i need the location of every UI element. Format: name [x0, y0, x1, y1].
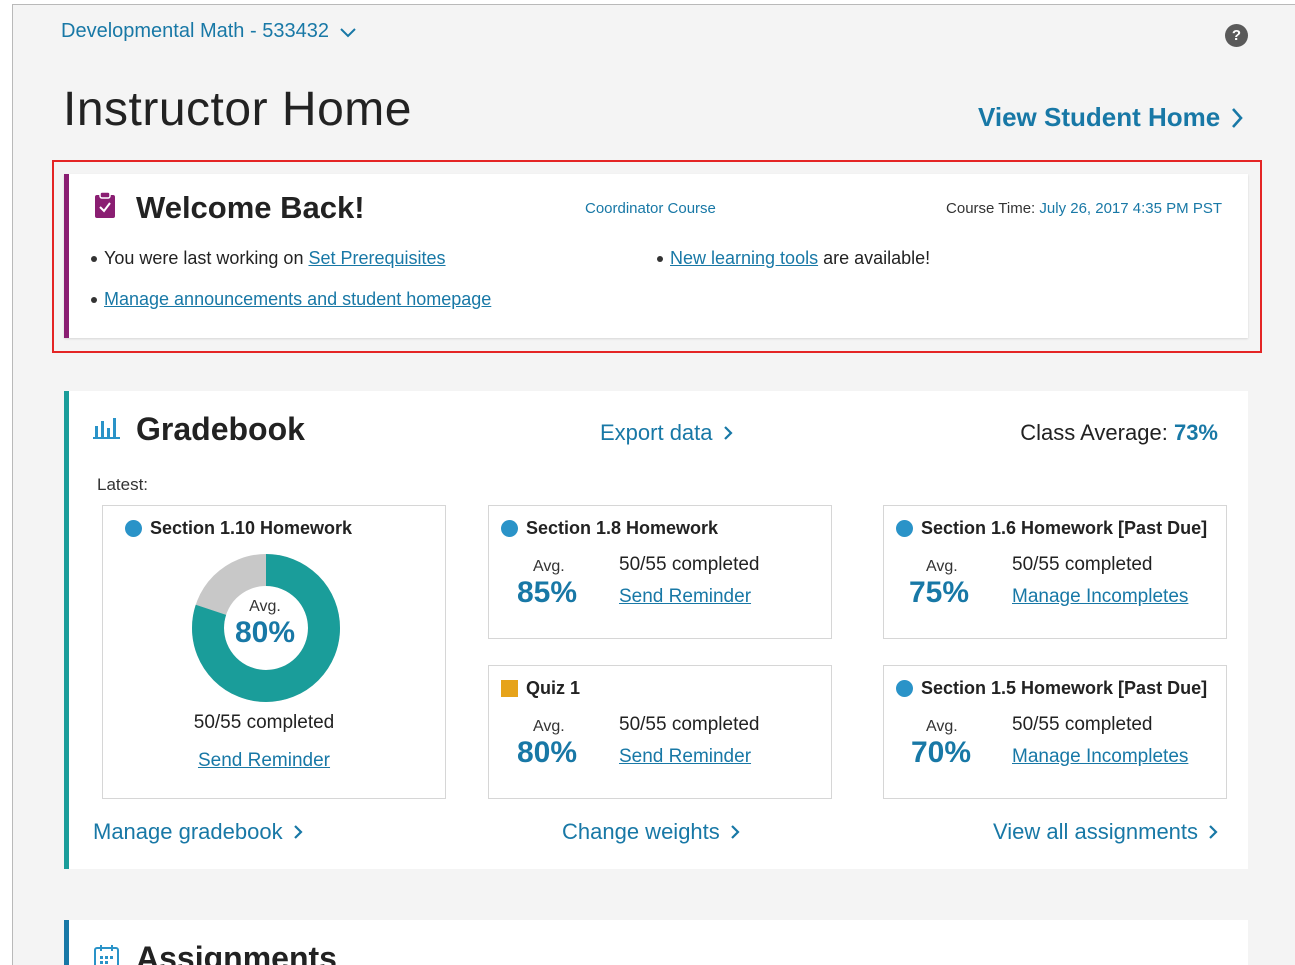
- completed-count: 50/55 completed: [619, 714, 760, 735]
- last-working-text: You were last working on: [104, 248, 304, 268]
- latest-label: Latest:: [97, 475, 149, 494]
- homework-dot-icon: [125, 520, 142, 537]
- help-icon[interactable]: ?: [1225, 24, 1248, 47]
- course-time: Course Time: July 26, 2017 4:35 PM PST: [946, 200, 1222, 217]
- assignments-title: Assignments: [136, 940, 337, 965]
- export-data-link[interactable]: Export data: [600, 420, 733, 446]
- tile-title: Quiz 1: [501, 678, 580, 699]
- tile-title-text: Section 1.8 Homework: [526, 518, 719, 538]
- avg-label: Avg.: [533, 718, 565, 735]
- assignment-tile[interactable]: Section 1.8 Homework Avg. 85% 50/55 comp…: [488, 505, 832, 639]
- welcome-title: Welcome Back!: [136, 190, 365, 225]
- send-reminder-link[interactable]: Send Reminder: [619, 746, 751, 768]
- homework-dot-icon: [896, 520, 913, 537]
- new-learning-tools-link[interactable]: New learning tools: [670, 248, 818, 269]
- avg-label: Avg.: [926, 558, 958, 575]
- homework-dot-icon: [501, 520, 518, 537]
- avg-value: 75%: [909, 576, 970, 609]
- tile-title-text: Section 1.10 Homework: [150, 518, 353, 538]
- course-time-label: Course Time:: [946, 200, 1036, 217]
- view-student-home-link[interactable]: View Student Home: [978, 102, 1244, 133]
- change-weights-label: Change weights: [562, 819, 720, 844]
- manage-incompletes-link[interactable]: Manage Incompletes: [1012, 586, 1188, 608]
- assignment-tile[interactable]: Quiz 1 Avg. 80% 50/55 completed Send Rem…: [488, 665, 832, 799]
- chevron-right-icon: [1209, 825, 1218, 839]
- avg-value: 80%: [517, 736, 578, 769]
- course-selector[interactable]: Developmental Math - 533432: [61, 20, 357, 43]
- tile-title: Section 1.5 Homework [Past Due]: [896, 678, 1207, 699]
- view-all-assignments-link[interactable]: View all assignments: [993, 819, 1218, 845]
- bullet: [91, 255, 97, 262]
- export-data-label: Export data: [600, 420, 713, 445]
- bullet: [657, 255, 663, 262]
- set-prerequisites-link[interactable]: Set Prerequisites: [308, 248, 445, 269]
- avg-label: Avg.: [926, 718, 958, 735]
- view-student-home-label: View Student Home: [978, 102, 1221, 132]
- course-selector-label: Developmental Math - 533432: [61, 20, 329, 42]
- gradebook-title: Gradebook: [136, 411, 305, 447]
- chevron-right-icon: [293, 825, 303, 839]
- manage-gradebook-label: Manage gradebook: [93, 819, 283, 844]
- chevron-down-icon: [340, 27, 356, 37]
- clipboard-check-icon: [95, 191, 115, 218]
- homework-dot-icon: [896, 680, 913, 697]
- completed-count: 50/55 completed: [1012, 714, 1153, 735]
- assignment-tile[interactable]: Section 1.6 Homework [Past Due] Avg. 75%…: [883, 505, 1227, 639]
- send-reminder-link[interactable]: Send Reminder: [619, 586, 751, 608]
- featured-assignment-tile[interactable]: Section 1.10 Homework Avg. 80% 50/55 com…: [102, 505, 446, 799]
- view-all-assignments-label: View all assignments: [993, 819, 1199, 844]
- tile-title: Section 1.10 Homework: [125, 518, 352, 539]
- page-title: Instructor Home: [63, 83, 412, 136]
- new-tools-line: New learning tools are available!: [657, 248, 930, 269]
- manage-announcements-line: Manage announcements and student homepag…: [91, 289, 491, 310]
- new-tools-text: are available!: [823, 248, 931, 268]
- quiz-square-icon: [501, 680, 518, 697]
- tile-title: Section 1.6 Homework [Past Due]: [896, 518, 1207, 539]
- chevron-right-icon: [723, 426, 733, 440]
- chevron-right-icon: [731, 825, 740, 839]
- completed-count: 50/55 completed: [1012, 554, 1153, 575]
- last-working-line: You were last working on Set Prerequisit…: [91, 248, 446, 269]
- course-time-value: July 26, 2017 4:35 PM PST: [1039, 200, 1222, 217]
- calendar-icon: [94, 945, 119, 965]
- assignment-tile[interactable]: Section 1.5 Homework [Past Due] Avg. 70%…: [883, 665, 1227, 799]
- gradebook-card: Gradebook Export data Class Average: 73%…: [64, 391, 1248, 869]
- tile-title-text: Quiz 1: [526, 678, 581, 698]
- featured-completed: 50/55 completed: [193, 712, 335, 733]
- chevron-right-icon: [1232, 107, 1243, 128]
- tile-title-text: Section 1.6 Homework [Past Due]: [921, 518, 1208, 538]
- class-average-label: Class Average:: [1020, 420, 1168, 445]
- tile-title-text: Section 1.5 Homework [Past Due]: [921, 678, 1208, 698]
- welcome-card: Welcome Back! Coordinator Course Course …: [64, 174, 1248, 338]
- change-weights-link[interactable]: Change weights: [562, 819, 740, 845]
- tile-title: Section 1.8 Homework: [501, 518, 718, 539]
- featured-send-reminder-link[interactable]: Send Reminder: [103, 750, 425, 772]
- avg-value: 85%: [517, 576, 578, 609]
- avg-value: 70%: [911, 736, 972, 769]
- bullet: [91, 296, 97, 303]
- assignments-card: Assignments: [64, 920, 1248, 965]
- manage-incompletes-link[interactable]: Manage Incompletes: [1012, 746, 1188, 768]
- manage-announcements-link[interactable]: Manage announcements and student homepag…: [104, 289, 491, 310]
- featured-avg-value: 80%: [234, 616, 296, 649]
- manage-gradebook-link[interactable]: Manage gradebook: [93, 819, 303, 845]
- completed-count: 50/55 completed: [619, 554, 760, 575]
- class-average-value: 73%: [1173, 420, 1218, 445]
- avg-label: Avg.: [533, 558, 565, 575]
- class-average: Class Average: 73%: [1020, 420, 1218, 446]
- featured-avg-label: Avg.: [249, 598, 281, 615]
- bar-chart-icon: [93, 418, 120, 439]
- coordinator-course-link[interactable]: Coordinator Course: [585, 200, 716, 217]
